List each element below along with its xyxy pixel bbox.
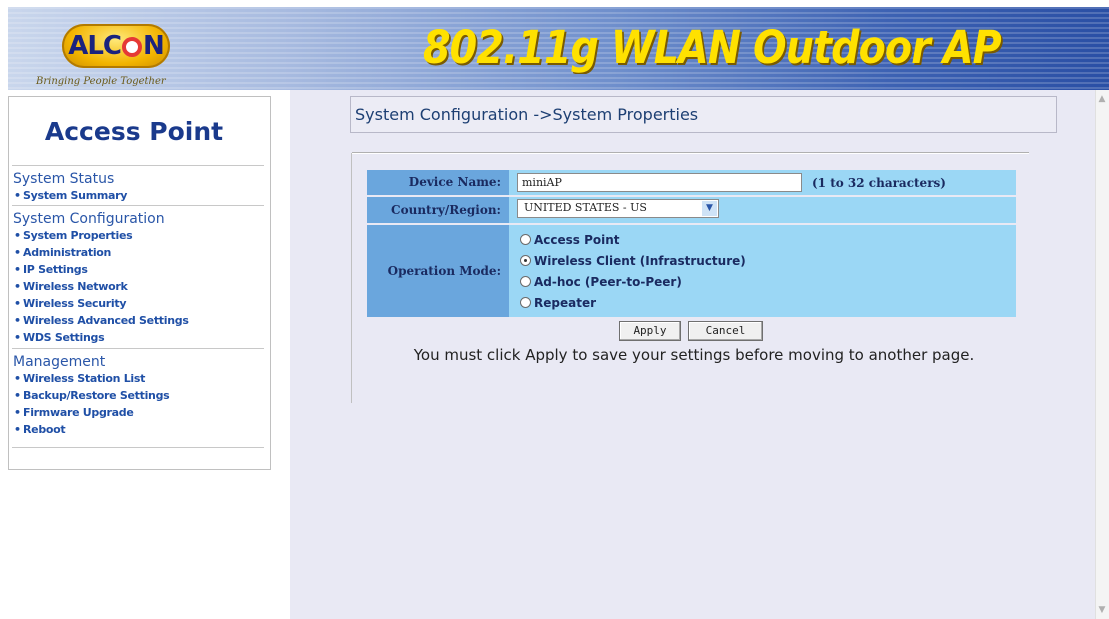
operation-mode-cell: Access Point Wireless Client (Infrastruc… <box>509 225 1016 317</box>
sidebar-item-label: IP Settings <box>23 263 88 276</box>
sidebar-title: Access Point <box>44 117 224 146</box>
sidebar-item-system-properties[interactable]: • System Properties <box>14 229 133 242</box>
sidebar-item-firmware-upgrade[interactable]: • Firmware Upgrade <box>14 406 134 419</box>
logo-wordmark: ALC N <box>68 31 165 61</box>
sidebar-item-system-summary[interactable]: • System Summary <box>14 189 127 202</box>
bullet-icon: • <box>14 263 21 276</box>
product-title: 802.11g WLAN Outdoor AP <box>423 21 1002 74</box>
radio-icon[interactable] <box>520 276 531 287</box>
sidebar-item-wireless-station-list[interactable]: • Wireless Station List <box>14 372 145 385</box>
sidebar-divider <box>12 205 264 207</box>
scroll-up-arrow-icon[interactable]: ▲ <box>1097 94 1107 104</box>
country-region-label: Country/Region: <box>367 197 509 223</box>
alcon-logo: ALC N <box>62 24 170 68</box>
bullet-icon: • <box>14 372 21 385</box>
bullet-icon: • <box>14 246 21 259</box>
bullet-icon: • <box>14 406 21 419</box>
apply-button[interactable]: Apply <box>619 321 681 341</box>
radio-icon[interactable] <box>520 297 531 308</box>
content-vertical-divider <box>351 153 352 403</box>
breadcrumb: System Configuration ->System Properties <box>355 105 699 124</box>
mode-option-label: Repeater <box>534 296 596 310</box>
sidebar-item-wds-settings[interactable]: • WDS Settings <box>14 331 105 344</box>
sidebar-item-wireless-advanced-settings[interactable]: • Wireless Advanced Settings <box>14 314 189 327</box>
sidebar-divider <box>12 447 264 449</box>
sidebar-item-backup-restore-settings[interactable]: • Backup/Restore Settings <box>14 389 170 402</box>
sidebar-item-label: Backup/Restore Settings <box>23 389 170 402</box>
sidebar-item-label: Wireless Security <box>23 297 127 310</box>
vertical-scrollbar[interactable]: ▲ ▼ <box>1095 90 1109 619</box>
mode-option-wireless-client[interactable]: Wireless Client (Infrastructure) <box>520 254 746 268</box>
country-region-value: UNITED STATES - US <box>524 201 647 214</box>
mode-option-label: Wireless Client (Infrastructure) <box>534 254 746 268</box>
sidebar-item-label: Firmware Upgrade <box>23 406 134 419</box>
bullet-icon: • <box>14 423 21 436</box>
device-name-input[interactable]: miniAP <box>517 173 802 192</box>
device-name-label: Device Name: <box>367 170 509 195</box>
sidebar-item-label: Administration <box>23 246 112 259</box>
bullet-icon: • <box>14 189 21 202</box>
mode-option-label: Access Point <box>534 233 620 247</box>
nav-section-system-status: System Status <box>13 171 115 187</box>
sidebar-divider <box>12 165 264 167</box>
mode-option-access-point[interactable]: Access Point <box>520 233 620 247</box>
sidebar-item-reboot[interactable]: • Reboot <box>14 423 66 436</box>
sidebar-item-label: System Properties <box>23 229 133 242</box>
device-name-hint: (1 to 32 characters) <box>812 176 946 190</box>
main-content: System Configuration ->System Properties… <box>290 90 1095 619</box>
sidebar-item-label: Reboot <box>23 423 66 436</box>
mode-option-ad-hoc[interactable]: Ad-hoc (Peer-to-Peer) <box>520 275 682 289</box>
radio-icon[interactable] <box>520 234 531 245</box>
breadcrumb-box: System Configuration ->System Properties <box>350 96 1057 133</box>
country-region-cell: UNITED STATES - US ▼ <box>509 197 1016 223</box>
mode-option-label: Ad-hoc (Peer-to-Peer) <box>534 275 682 289</box>
operation-mode-label: Operation Mode: <box>367 225 509 317</box>
sidebar-item-wireless-network[interactable]: • Wireless Network <box>14 280 128 293</box>
sidebar-divider <box>12 348 264 350</box>
bullet-icon: • <box>14 297 21 310</box>
sidebar-item-label: WDS Settings <box>23 331 105 344</box>
bullet-icon: • <box>14 331 21 344</box>
scroll-down-arrow-icon[interactable]: ▼ <box>1097 605 1107 615</box>
sidebar-item-administration[interactable]: • Administration <box>14 246 111 259</box>
nav-section-management: Management <box>13 354 106 370</box>
device-name-cell: miniAP (1 to 32 characters) <box>509 170 1016 195</box>
sidebar-item-label: Wireless Network <box>23 280 128 293</box>
bullet-icon: • <box>14 280 21 293</box>
nav-section-system-configuration: System Configuration <box>13 211 165 227</box>
logo-o-mark <box>122 36 142 57</box>
bullet-icon: • <box>14 389 21 402</box>
bullet-icon: • <box>14 229 21 242</box>
header-banner: ALC N Bringing People Together 802.11g WL… <box>8 7 1109 90</box>
logo-tagline: Bringing People Together <box>36 76 166 87</box>
content-divider <box>352 152 1029 154</box>
sidebar-item-label: System Summary <box>23 189 128 202</box>
mode-option-repeater[interactable]: Repeater <box>520 296 596 310</box>
sidebar-item-label: Wireless Advanced Settings <box>23 314 189 327</box>
bullet-icon: • <box>14 314 21 327</box>
apply-notice: You must click Apply to save your settin… <box>413 346 975 364</box>
sidebar-item-wireless-security[interactable]: • Wireless Security <box>14 297 127 310</box>
sidebar-item-label: Wireless Station List <box>23 372 146 385</box>
sidebar-nav: Access Point System Status • System Summa… <box>8 90 291 619</box>
sidebar-item-ip-settings[interactable]: • IP Settings <box>14 263 88 276</box>
radio-icon[interactable] <box>520 255 531 266</box>
cancel-button[interactable]: Cancel <box>688 321 763 341</box>
sidebar-nav-box: Access Point System Status • System Summa… <box>8 96 271 470</box>
country-region-select[interactable]: UNITED STATES - US ▼ <box>517 199 719 218</box>
chevron-down-icon[interactable]: ▼ <box>702 201 717 216</box>
